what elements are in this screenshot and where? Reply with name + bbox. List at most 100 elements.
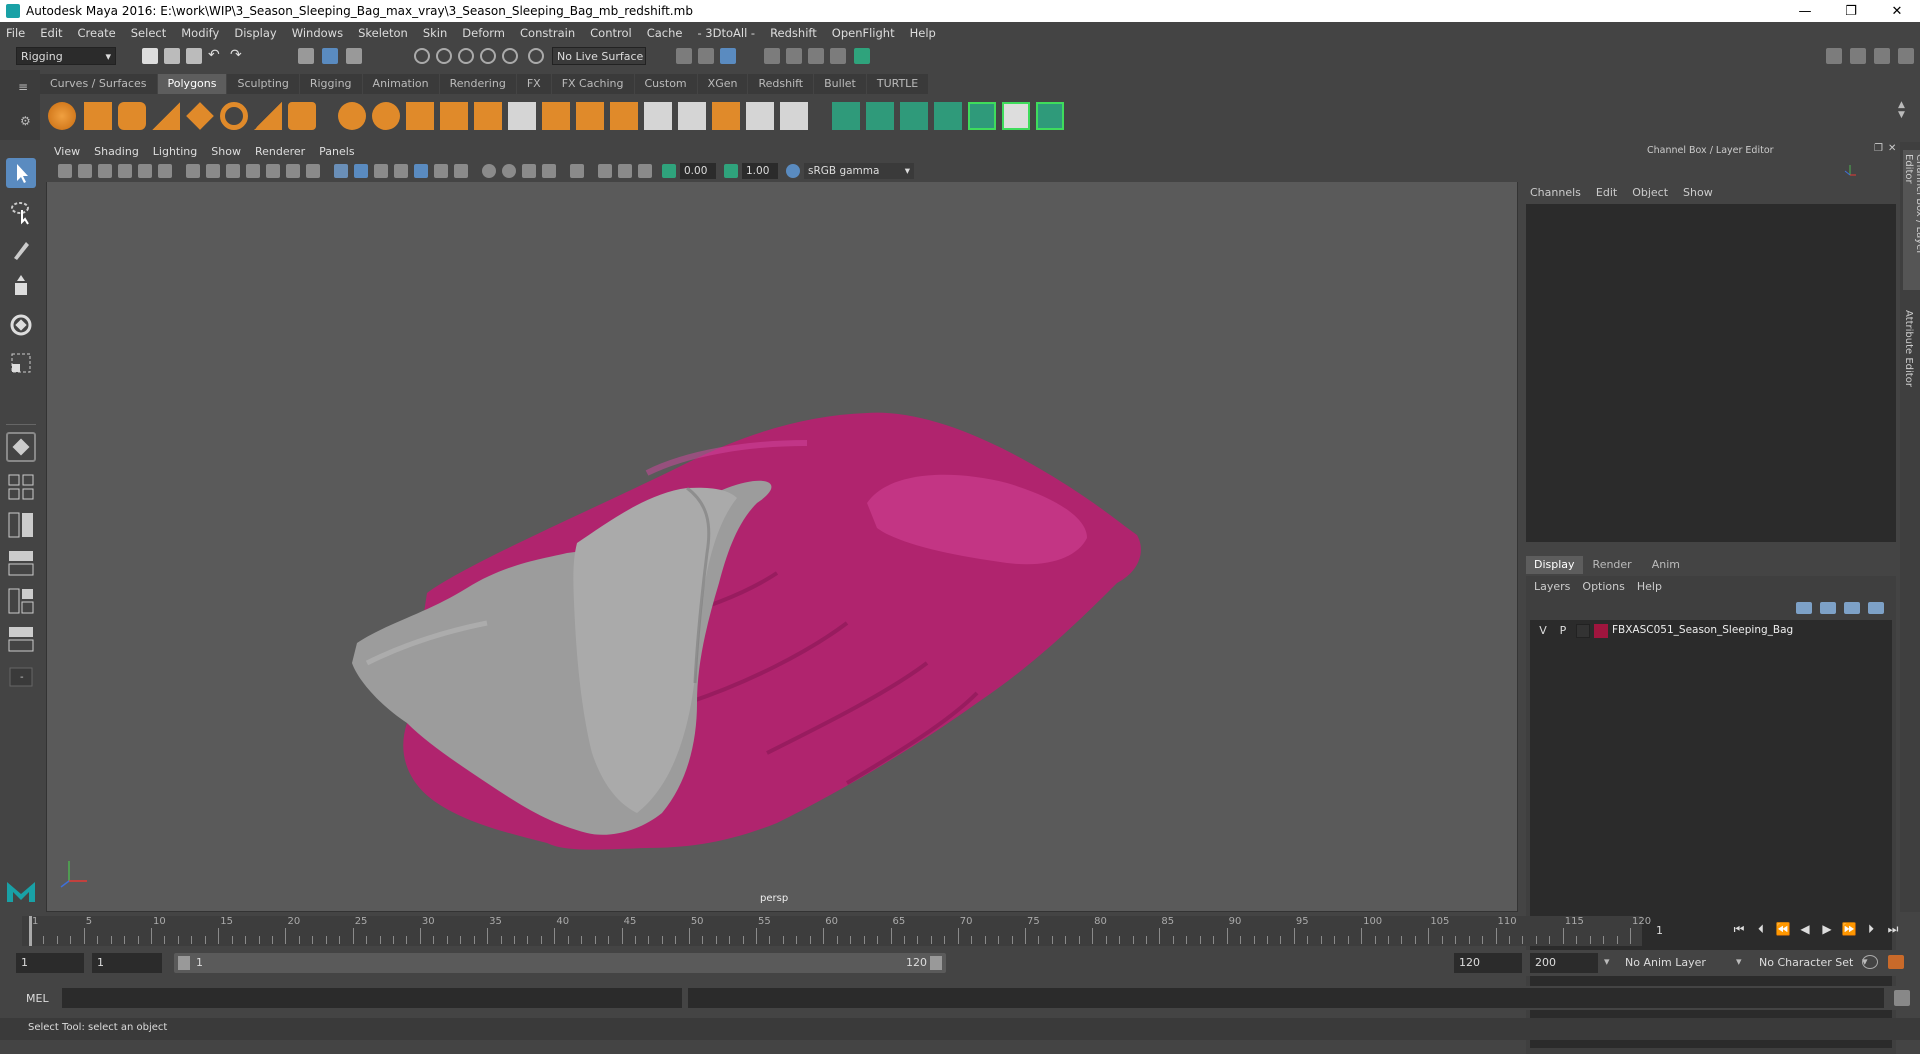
persp-uv-layout-icon[interactable]: [6, 624, 36, 654]
snap-point-icon[interactable]: [458, 48, 474, 64]
poly-torus-icon[interactable]: [220, 102, 248, 130]
mirror-icon[interactable]: [508, 102, 536, 130]
menu-create[interactable]: Create: [78, 26, 116, 40]
gamma-field[interactable]: 1.00: [742, 163, 778, 179]
viewport-menu-view[interactable]: View: [54, 145, 80, 158]
separate-icon[interactable]: [372, 102, 400, 130]
select-object-icon[interactable]: [322, 48, 338, 64]
cylindrical-mapping-icon[interactable]: [866, 102, 894, 130]
smooth-shade-icon[interactable]: [354, 164, 368, 178]
target-weld-icon[interactable]: [678, 102, 706, 130]
2d-pan-zoom-icon[interactable]: [138, 164, 152, 178]
exposure-icon[interactable]: [662, 164, 676, 178]
viewport-menu-lighting[interactable]: Lighting: [153, 145, 197, 158]
checker-icon[interactable]: [1002, 102, 1030, 130]
bridge-icon[interactable]: [576, 102, 604, 130]
exposure-field[interactable]: 0.00: [680, 163, 716, 179]
safe-action-icon[interactable]: [286, 164, 300, 178]
tab-fx-caching[interactable]: FX Caching: [551, 74, 634, 94]
multi-cut-icon[interactable]: [644, 102, 672, 130]
menu-3dtoall[interactable]: - 3DtoAll -: [697, 26, 755, 40]
lasso-tool-icon[interactable]: [6, 196, 36, 226]
single-perspective-layout-icon[interactable]: [6, 432, 36, 462]
redshift-render-icon[interactable]: [854, 48, 870, 64]
layer-menu-options[interactable]: Options: [1582, 580, 1624, 593]
layout-more-icon[interactable]: -: [6, 662, 36, 692]
snap-live-icon[interactable]: [528, 48, 544, 64]
play-forwards-icon[interactable]: ▶: [1816, 922, 1838, 937]
gamma-icon[interactable]: [724, 164, 738, 178]
step-forward-key-icon[interactable]: ⏩: [1838, 922, 1860, 937]
poly-cone-icon[interactable]: [152, 102, 180, 130]
layer-color-swatch[interactable]: [1594, 624, 1608, 638]
tab-anim[interactable]: Anim: [1642, 556, 1690, 574]
spherical-mapping-icon[interactable]: [900, 102, 928, 130]
tab-custom[interactable]: Custom: [634, 74, 697, 94]
menu-modify[interactable]: Modify: [181, 26, 219, 40]
menu-cache[interactable]: Cache: [647, 26, 683, 40]
animation-start-field[interactable]: 1: [16, 953, 84, 973]
scale-tool-icon[interactable]: [6, 348, 36, 378]
automatic-mapping-icon[interactable]: [934, 102, 962, 130]
textured-icon[interactable]: [414, 164, 428, 178]
menu-constrain[interactable]: Constrain: [520, 26, 575, 40]
safe-title-icon[interactable]: [306, 164, 320, 178]
tab-animation[interactable]: Animation: [362, 74, 439, 94]
tab-render[interactable]: Render: [1583, 556, 1642, 574]
snap-grid-icon[interactable]: [414, 48, 430, 64]
tab-polygons[interactable]: Polygons: [157, 74, 227, 94]
move-layer-down-icon[interactable]: [1820, 602, 1836, 614]
menu-windows[interactable]: Windows: [292, 26, 343, 40]
range-start-handle[interactable]: [178, 956, 190, 970]
poly-sphere-icon[interactable]: [48, 102, 76, 130]
select-tool-icon[interactable]: [6, 158, 36, 188]
layer-menu-help[interactable]: Help: [1637, 580, 1662, 593]
tab-sculpting[interactable]: Sculpting: [227, 74, 299, 94]
menu-openflight[interactable]: OpenFlight: [832, 26, 895, 40]
hypershade-layout-icon[interactable]: [6, 586, 36, 616]
combine-icon[interactable]: [338, 102, 366, 130]
color-space-dropdown[interactable]: sRGB gamma ▾: [804, 163, 914, 179]
hypershade-icon[interactable]: [786, 48, 802, 64]
four-view-layout-icon[interactable]: [6, 472, 36, 502]
select-component-icon[interactable]: [346, 48, 362, 64]
channel-box-menu-show[interactable]: Show: [1683, 186, 1713, 199]
render-view-icon[interactable]: [764, 48, 780, 64]
go-to-start-icon[interactable]: ⏮: [1728, 922, 1750, 937]
range-end-handle[interactable]: [930, 956, 942, 970]
use-all-lights-icon[interactable]: [434, 164, 448, 178]
shelf-menu-icon[interactable]: ≡: [18, 80, 28, 94]
snap-view-icon[interactable]: [480, 48, 496, 64]
anim-layer-dropdown[interactable]: No Anim Layer: [1620, 953, 1736, 973]
playback-start-field[interactable]: 1: [92, 953, 162, 973]
bevel-icon[interactable]: [542, 102, 570, 130]
persp-graph-layout-icon[interactable]: [6, 548, 36, 578]
layer-display-type[interactable]: [1576, 624, 1590, 638]
uv-editor-icon[interactable]: [968, 102, 996, 130]
sleeping-bag-model[interactable]: [47, 143, 1519, 913]
new-empty-layer-icon[interactable]: [1844, 602, 1860, 614]
viewport-menu-panels[interactable]: Panels: [319, 145, 354, 158]
undo-icon[interactable]: ↶: [208, 48, 224, 64]
layer-menu-layers[interactable]: Layers: [1534, 580, 1570, 593]
layer-playback-toggle[interactable]: P: [1556, 624, 1570, 637]
shelf-scroll-icon[interactable]: ▲ ▼: [1898, 100, 1905, 120]
viewport-menu-renderer[interactable]: Renderer: [255, 145, 305, 158]
move-tool-icon[interactable]: [6, 272, 36, 302]
time-slider[interactable]: 1 5 10 15 20 25 30 35 40 45 50 55 60 65 70 75 80 85 90 95 10…: [22, 916, 1651, 946]
resolution-gate-icon[interactable]: [226, 164, 240, 178]
play-backwards-icon[interactable]: ◀: [1794, 922, 1816, 937]
step-back-frame-icon[interactable]: ⏴: [1750, 922, 1772, 937]
xray-joints-icon[interactable]: [598, 164, 612, 178]
current-time-marker[interactable]: [29, 916, 32, 946]
shadows-icon[interactable]: [454, 164, 468, 178]
film-gate-icon[interactable]: [206, 164, 220, 178]
merge-icon[interactable]: [780, 102, 808, 130]
channel-box-menu-channels[interactable]: Channels: [1530, 186, 1581, 199]
unfold-icon[interactable]: [1036, 102, 1064, 130]
xray-icon[interactable]: [394, 164, 408, 178]
maximize-button[interactable]: ❐: [1828, 0, 1874, 22]
append-polygon-icon[interactable]: [712, 102, 740, 130]
tab-xgen[interactable]: XGen: [697, 74, 748, 94]
wireframe-on-shaded-icon[interactable]: [374, 164, 388, 178]
